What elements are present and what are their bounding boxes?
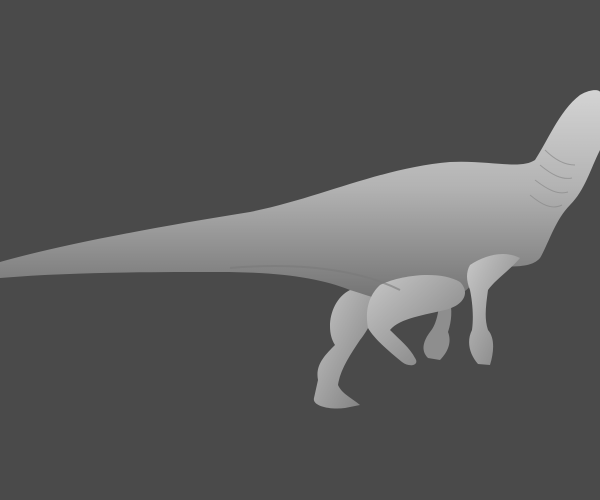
far-hind-leg [313,290,375,409]
render-viewport [0,0,600,500]
dinosaur-model [0,90,600,409]
near-arm [467,254,520,365]
body-and-tail [0,90,600,305]
